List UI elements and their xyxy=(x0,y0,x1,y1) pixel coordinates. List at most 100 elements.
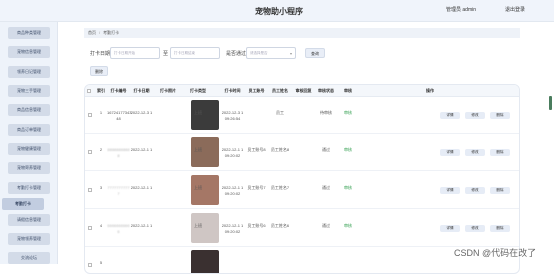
table-cell-code: 16724177343 48 xyxy=(107,110,132,121)
table-cell-date: 2022-12-3 1 xyxy=(130,110,153,115)
edit-button[interactable]: 修改 xyxy=(465,187,485,194)
detail-button[interactable]: 详情 xyxy=(440,149,460,156)
edit-button[interactable]: 修改 xyxy=(465,149,485,156)
table-row: 4 6666666666 6 2022-12-1 1 上班 2022-12-1 1 09… xyxy=(85,210,519,247)
row-delete-button[interactable]: 删除 xyxy=(490,225,510,232)
sidebar-item[interactable]: 领养日记管理 xyxy=(8,66,50,78)
table-cell-audit[interactable]: 审核 xyxy=(337,147,359,153)
sidebar-item[interactable]: 商品订单管理 xyxy=(8,124,50,136)
scrollbar[interactable] xyxy=(549,96,552,110)
sidebar-item[interactable]: 商品种类管理 xyxy=(8,27,50,39)
table-cell-code: 7777777777 7 xyxy=(107,185,130,196)
column-header: 操作 xyxy=(426,88,434,93)
sidebar-item[interactable]: 宠物三手管理 xyxy=(8,85,50,97)
logout-link[interactable]: 退出登录 xyxy=(505,6,525,13)
row-checkbox[interactable] xyxy=(88,150,92,154)
column-header: 打卡类型 xyxy=(190,88,206,93)
column-header: 打卡编号 xyxy=(110,88,127,93)
page-title: 宠物助小程序 xyxy=(255,7,303,16)
table-cell-name: 员工姓名7 xyxy=(270,185,290,190)
detail-button[interactable]: 详情 xyxy=(440,112,460,119)
sidebar-item[interactable]: 宠物健康管理 xyxy=(8,143,50,155)
sidebar-item[interactable]: 宠物寄养管理 xyxy=(8,162,50,174)
table-row: 2 8888888888 8 2022-12-1 1 上班 2022-12-1 1 09… xyxy=(85,134,519,171)
sidebar-item[interactable]: 考勤打卡管理 xyxy=(8,182,50,194)
status-select[interactable]: 请选择是否 ▾ xyxy=(246,47,296,59)
table-row: 1 16724177343 48 2022-12-3 1 上班 2022-12-3 1 … xyxy=(85,97,519,134)
row-checkbox[interactable] xyxy=(88,113,92,117)
date-start-input[interactable]: 打卡日期开始 xyxy=(110,47,160,59)
row-checkbox[interactable] xyxy=(88,188,92,192)
table-cell-date: 2022-12-1 1 xyxy=(130,147,153,152)
breadcrumb-current: 考勤打卡 xyxy=(103,30,120,35)
row-delete-button[interactable]: 删除 xyxy=(490,187,510,194)
table-cell-audit[interactable]: 审核 xyxy=(337,185,359,191)
row-checkbox[interactable] xyxy=(88,226,92,230)
column-header: 审核状态 xyxy=(318,88,334,93)
table-cell-code: 8888888888 8 xyxy=(107,147,130,158)
column-header: 审核回复 xyxy=(295,88,312,93)
table-cell-type: 上班 xyxy=(194,110,202,115)
table-cell-type: 上班 xyxy=(194,223,202,228)
column-header: 打卡时间 xyxy=(224,88,241,93)
sidebar-item[interactable]: 宠物领养管理 xyxy=(8,233,50,245)
table-cell-index: 4 xyxy=(99,223,103,228)
breadcrumb-home[interactable]: 首页 xyxy=(88,30,96,35)
column-header: 员工账号 xyxy=(248,88,265,93)
user-name: 管理员 admin xyxy=(446,7,477,13)
edit-button[interactable]: 修改 xyxy=(465,225,485,232)
table-cell-status: 通过 xyxy=(322,185,330,190)
table-cell-account: 员工账号7 xyxy=(247,185,266,190)
table-cell-time: 2022-12-1 1 09:20:02 xyxy=(221,185,244,196)
table-cell-name: 员工姓名6 xyxy=(270,223,290,228)
watermark: CSDN @代码在改了 xyxy=(454,248,537,258)
row-delete-button[interactable]: 删除 xyxy=(490,149,510,156)
edit-button[interactable]: 修改 xyxy=(465,112,485,119)
detail-button[interactable]: 详情 xyxy=(440,187,460,194)
table-cell-code: 6666666666 6 xyxy=(107,223,130,234)
table-cell-time: 2022-12-1 1 09:20:02 xyxy=(221,147,244,158)
select-all-checkbox[interactable] xyxy=(87,89,91,93)
punch-photo xyxy=(191,250,219,273)
column-header: 打卡日期 xyxy=(133,88,150,93)
table-cell-index: 5 xyxy=(99,260,103,265)
breadcrumb-separator: / xyxy=(99,30,101,35)
table-cell-type: 上班 xyxy=(194,147,202,152)
row-delete-button[interactable]: 删除 xyxy=(490,112,510,119)
sidebar-item[interactable]: 交流论坛 xyxy=(8,252,50,264)
table-cell-status: 通过 xyxy=(322,223,330,228)
breadcrumb: 首页 / 考勤打卡 xyxy=(84,28,520,38)
table-cell-name: 员工姓名8 xyxy=(270,147,290,152)
delete-button[interactable]: 删除 xyxy=(90,66,108,76)
table-cell-status: 通过 xyxy=(322,147,330,152)
table-cell-index: 1 xyxy=(99,110,103,115)
sidebar-item[interactable]: 请假信息管理 xyxy=(8,214,50,226)
status-filter-label: 是否通过 xyxy=(226,51,247,57)
table-cell-date: 2022-12-1 1 xyxy=(130,185,153,190)
status-select-placeholder: 请选择是否 xyxy=(250,51,268,55)
table-cell-index: 3 xyxy=(99,185,103,190)
date-end-input[interactable]: 打卡日期结束 xyxy=(170,47,220,59)
table-cell-account: 员工账号8 xyxy=(247,147,266,152)
header: 宠物助小程序 管理员 admin 退出登录 xyxy=(0,0,554,22)
search-button[interactable]: 查询 xyxy=(305,48,325,58)
table-cell-time: 2022-12-1 1 09:20:02 xyxy=(221,223,244,234)
table-cell-type: 上班 xyxy=(194,185,202,190)
column-header: 索引 xyxy=(97,88,105,93)
table-cell-audit[interactable]: 审核 xyxy=(337,110,359,116)
sidebar-item[interactable]: 宠物信息管理 xyxy=(8,46,50,58)
detail-button[interactable]: 详情 xyxy=(440,225,460,232)
table-cell-audit[interactable]: 审核 xyxy=(337,223,359,229)
sidebar-item[interactable]: 商品信息管理 xyxy=(8,104,50,116)
column-header: 审核 xyxy=(344,88,352,93)
table-cell-name: 员工 xyxy=(276,110,284,115)
table-cell-time: 2022-12-3 1 09:26:54 xyxy=(221,110,244,121)
sidebar-item[interactable]: 考勤打卡 xyxy=(2,198,44,210)
column-header: 打卡照片 xyxy=(160,88,176,93)
table-cell-status: 待审核 xyxy=(320,110,332,115)
table-row: 3 7777777777 7 2022-12-1 1 上班 2022-12-1 1 09… xyxy=(85,172,519,209)
column-header: 员工姓名 xyxy=(272,88,288,93)
sidebar: 宠物种类管理商品种类管理宠物信息管理领养日记管理宠物三手管理商品信息管理商品订单… xyxy=(0,0,58,264)
date-to-label: 至 xyxy=(163,51,169,57)
date-filter-label: 打卡日期 xyxy=(90,51,111,57)
